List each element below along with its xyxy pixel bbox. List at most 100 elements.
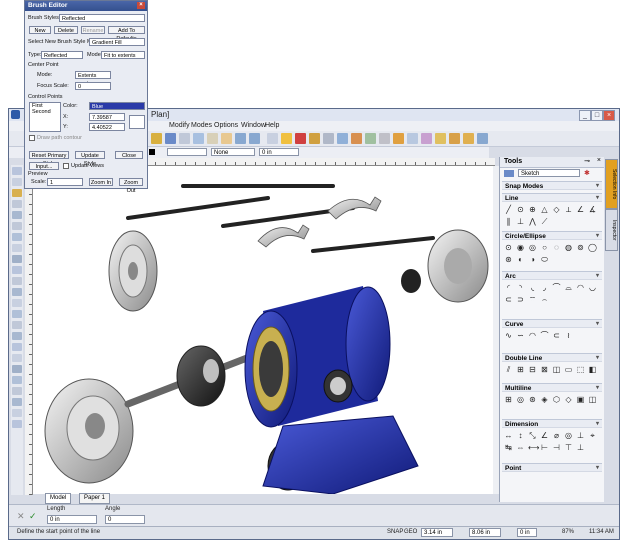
tool-glyph-icon[interactable]: ⤡ xyxy=(528,431,537,440)
light-icon[interactable] xyxy=(435,133,446,144)
y-field[interactable]: 4.40522 xyxy=(89,123,125,131)
undo-icon[interactable] xyxy=(235,133,246,144)
tool-glyph-icon[interactable]: ▣ xyxy=(576,395,585,404)
tool-glyph-icon[interactable]: ◑ xyxy=(528,255,537,264)
text-icon[interactable] xyxy=(12,255,22,263)
tool-glyph-icon[interactable]: ⌖ xyxy=(588,431,597,440)
tool-glyph-icon[interactable]: ⊛ xyxy=(504,255,513,264)
length-field[interactable]: 0 in xyxy=(47,515,97,524)
tool-glyph-icon[interactable]: ≀ xyxy=(564,331,573,340)
tool-glyph-icon[interactable]: ◯ xyxy=(588,243,597,252)
menu-options[interactable]: Options xyxy=(214,122,238,129)
close-icon[interactable]: ✕ xyxy=(17,511,25,522)
x-field[interactable]: 7.39587 xyxy=(89,113,125,121)
tab-model[interactable]: Model xyxy=(45,493,72,504)
cut-icon[interactable] xyxy=(193,133,204,144)
close-button[interactable]: Close xyxy=(115,151,143,159)
tool-glyph-icon[interactable]: ⊢ xyxy=(540,443,549,452)
block-icon[interactable] xyxy=(12,288,22,296)
save-icon[interactable] xyxy=(165,133,176,144)
view-icon[interactable] xyxy=(407,133,418,144)
control-points-list[interactable]: First Second xyxy=(29,102,61,132)
section-double-line[interactable]: Double Line ▾ xyxy=(502,353,602,362)
line-tool-icon[interactable] xyxy=(463,133,474,144)
tool-glyph-icon[interactable]: ∥ xyxy=(504,217,513,226)
update-style-button[interactable]: Update Style xyxy=(75,151,105,167)
section-circle-ellipse[interactable]: Circle/Ellipse ▾ xyxy=(502,231,602,240)
tool-glyph-icon[interactable]: ∡ xyxy=(588,205,597,214)
tool-glyph-icon[interactable]: ⊚ xyxy=(576,243,585,252)
tool-glyph-icon[interactable]: ◜ xyxy=(504,283,513,292)
tool-glyph-icon[interactable]: ⊃ xyxy=(516,295,525,304)
arc-icon[interactable] xyxy=(12,211,22,219)
circle-icon[interactable] xyxy=(12,200,22,208)
palette-icon[interactable] xyxy=(504,170,514,177)
scale-field[interactable]: 1 xyxy=(47,178,83,186)
tool-glyph-icon[interactable]: ◍ xyxy=(564,243,573,252)
tab-inspector[interactable]: Inspector xyxy=(605,209,618,251)
fit-mode-select[interactable]: Fit to extents xyxy=(101,51,145,59)
section-multiline[interactable]: Multiline ▾ xyxy=(502,383,602,392)
reset-primary-style-button[interactable]: Reset Primary Style xyxy=(29,151,69,167)
tool-glyph-icon[interactable]: ⊛ xyxy=(528,395,537,404)
type-select[interactable]: Reflected xyxy=(41,51,83,59)
tool-glyph-icon[interactable]: ⌒ xyxy=(552,283,561,292)
color-swatch-icon[interactable] xyxy=(149,149,155,155)
zoom-icon[interactable] xyxy=(379,133,390,144)
tool-glyph-icon[interactable]: ◎ xyxy=(516,395,525,404)
layers-icon[interactable] xyxy=(351,133,362,144)
tool-glyph-icon[interactable]: ⬡ xyxy=(552,395,561,404)
rectangle-icon[interactable] xyxy=(12,244,22,252)
tool-glyph-icon[interactable]: △ xyxy=(540,205,549,214)
trim-icon[interactable] xyxy=(309,133,320,144)
tool-glyph-icon[interactable]: ⇔ xyxy=(516,443,525,452)
tool-glyph-icon[interactable]: ⟋ xyxy=(540,217,549,226)
copy-icon[interactable] xyxy=(207,133,218,144)
tool-glyph-icon[interactable]: ⌔ xyxy=(528,295,537,304)
select-icon[interactable] xyxy=(267,133,278,144)
tool-glyph-icon[interactable]: ◠ xyxy=(576,283,585,292)
array-icon[interactable] xyxy=(12,365,22,373)
add-to-defaults-button[interactable]: Add To Defaults xyxy=(108,26,145,42)
color-select[interactable]: Blue xyxy=(89,102,145,110)
tool-glyph-icon[interactable]: ▭ xyxy=(564,365,573,374)
folder-icon[interactable] xyxy=(151,133,162,144)
pointer-icon[interactable] xyxy=(12,167,22,175)
section-line[interactable]: Line ▾ xyxy=(502,193,602,202)
close-icon[interactable]: × xyxy=(137,2,145,9)
tool-glyph-icon[interactable]: ↹ xyxy=(504,443,513,452)
line-width-combo[interactable]: 0 in xyxy=(259,148,299,156)
tool-glyph-icon[interactable]: ⊞ xyxy=(504,395,513,404)
section-dimension[interactable]: Dimension ▾ xyxy=(502,419,602,428)
symbol-icon[interactable] xyxy=(12,420,22,428)
edit-icon[interactable] xyxy=(12,299,22,307)
tab-paper[interactable]: Paper 1 xyxy=(79,493,111,504)
help-icon[interactable] xyxy=(477,133,488,144)
tool-glyph-icon[interactable]: ◇ xyxy=(552,205,561,214)
tool-glyph-icon[interactable]: ⊕ xyxy=(528,205,537,214)
focus-scale-field[interactable]: 0 xyxy=(75,82,111,90)
tool-glyph-icon[interactable]: ∠ xyxy=(540,431,549,440)
menu-modify[interactable]: Modify xyxy=(169,122,190,129)
drawing-canvas[interactable] xyxy=(33,166,495,495)
tool-glyph-icon[interactable]: ⊟ xyxy=(528,365,537,374)
tool-glyph-icon[interactable]: ◫ xyxy=(588,395,597,404)
tool-glyph-icon[interactable]: ◡ xyxy=(588,283,597,292)
tab-selection-info[interactable]: Selection Info xyxy=(605,159,618,209)
tool-glyph-icon[interactable]: ⊥ xyxy=(576,431,585,440)
close-window-button[interactable]: × xyxy=(603,110,615,121)
section-point[interactable]: Point ▾ xyxy=(502,463,602,472)
tool-glyph-icon[interactable]: ↔ xyxy=(504,431,513,440)
tool-glyph-icon[interactable]: ◎ xyxy=(528,243,537,252)
close-icon[interactable]: × xyxy=(597,157,601,164)
tool-glyph-icon[interactable]: ⋀ xyxy=(528,217,537,226)
tool-glyph-icon[interactable]: ∿ xyxy=(504,331,513,340)
tool-glyph-icon[interactable]: ⟂ xyxy=(564,205,573,214)
render-icon[interactable] xyxy=(393,133,404,144)
delete-button[interactable]: Delete xyxy=(54,26,78,34)
menu-modes[interactable]: Modes xyxy=(191,122,212,129)
tool-glyph-icon[interactable]: ◇ xyxy=(564,395,573,404)
tool-glyph-icon[interactable]: ○ xyxy=(540,243,549,252)
new-button[interactable]: New xyxy=(29,26,51,34)
rename-button[interactable]: Rename xyxy=(81,26,105,34)
